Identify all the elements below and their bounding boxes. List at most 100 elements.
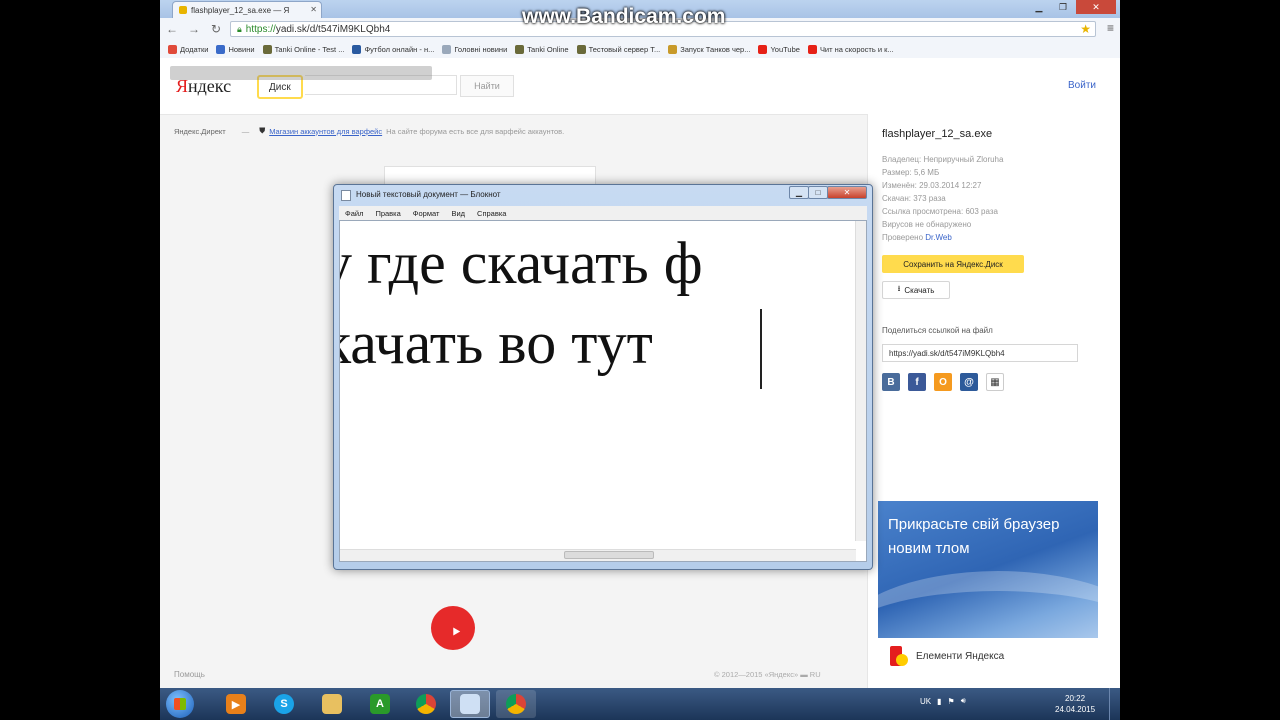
bookmark-star-icon[interactable]: ★ <box>1080 22 1091 36</box>
notepad-line-1: у где скачать ф <box>339 230 703 296</box>
bookmark-item[interactable]: Tanki Online - Test ... <box>262 44 345 54</box>
qr-code-icon[interactable]: ▦ <box>986 373 1004 391</box>
notepad-maximize-icon[interactable]: □ <box>808 186 828 199</box>
reload-icon[interactable]: ↻ <box>208 21 224 37</box>
bookmark-item[interactable]: Новини <box>216 44 255 54</box>
show-desktop-button[interactable] <box>1109 688 1120 720</box>
bookmark-item[interactable]: Головні новини <box>442 44 507 54</box>
back-icon[interactable]: ← <box>164 21 180 37</box>
bookmark-label: Tanki Online - Test ... <box>274 44 345 54</box>
bookmark-label: Тестовый сервер Т... <box>588 44 661 54</box>
banner-text: Прикрасьте свій браузер новим тлом <box>888 516 1060 557</box>
bookmark-item[interactable]: Тестовый сервер Т... <box>576 44 661 54</box>
taskbar-chrome-1[interactable] <box>406 690 446 718</box>
share-url-input[interactable]: https://yadi.sk/d/t547iM9KLQbh4 <box>882 344 1078 362</box>
horizontal-scroll-thumb[interactable] <box>564 551 654 559</box>
forward-icon[interactable]: → <box>186 21 202 37</box>
flag-icon[interactable]: ⚑ <box>948 697 955 706</box>
menu-view[interactable]: Вид <box>451 209 465 218</box>
file-owner: Владелец: Неприручный Zloruha <box>882 155 1004 164</box>
taskbar-media-player[interactable]: ▶ <box>216 690 256 718</box>
windows-logo-icon <box>174 698 186 710</box>
start-button[interactable] <box>166 690 194 718</box>
vk-icon[interactable]: В <box>882 373 900 391</box>
file-name: flashplayer_12_sa.exe <box>882 128 993 140</box>
folder-icon <box>322 694 342 714</box>
bookmark-item[interactable]: Футбол онлайн - н... <box>352 44 434 54</box>
bookmark-label: Tanki Online <box>527 44 569 54</box>
taskbar-notepad[interactable] <box>450 690 490 718</box>
lock-icon: 🔒︎ <box>237 23 242 34</box>
file-info-sidebar: flashplayer_12_sa.exe Владелец: Неприруч… <box>867 114 1120 688</box>
windows-taskbar: ▶ S A UK ▮ ⚑ 🔊︎ 20:22 24.04.2015 <box>160 688 1120 720</box>
bookmark-item[interactable]: Запуск Танков чер... <box>668 44 750 54</box>
bookmark-item[interactable]: Tanki Online <box>515 44 569 54</box>
promo-banner[interactable]: Прикрасьте свій браузер новим тлом <box>878 501 1098 638</box>
chrome-menu-icon[interactable]: ≡ <box>1107 21 1114 35</box>
notepad-menu-bar: Файл Правка Формат Вид Справка <box>339 206 867 220</box>
bookmark-favicon-icon <box>216 44 226 54</box>
bookmark-item[interactable]: Чит на скорость и к... <box>807 44 894 54</box>
find-button[interactable]: Найти <box>460 75 514 97</box>
banner-wave <box>878 571 1098 638</box>
odnoklassniki-icon[interactable]: О <box>934 373 952 391</box>
url-scheme: https:// <box>245 23 276 35</box>
notepad-text-area[interactable]: у где скачать ф качать во тут <box>339 220 867 562</box>
ad-link[interactable]: Магазин аккаунтов для варфейс <box>269 127 382 136</box>
taskbar-icq[interactable]: A <box>360 690 400 718</box>
menu-help[interactable]: Справка <box>477 209 506 218</box>
ad-text: На сайте форума есть все для варфейс акк… <box>386 126 565 136</box>
bookmark-item[interactable]: YouTube <box>758 44 800 54</box>
close-window-icon[interactable]: ✕ <box>1076 0 1116 14</box>
save-to-disk-button[interactable]: Сохранить на Яндекс.Диск <box>882 255 1024 273</box>
green-a-icon: A <box>370 694 390 714</box>
chrome-icon <box>506 694 526 714</box>
bookmark-favicon-icon <box>262 44 272 54</box>
notepad-window[interactable]: Новый текстовый документ — Блокнот ▁ □ ✕… <box>333 184 873 570</box>
yandex-direct-ad: Яндекс.Директ — ⛊ Магазин аккаунтов для … <box>174 126 564 136</box>
vertical-scrollbar[interactable] <box>855 221 866 541</box>
language-indicator[interactable]: UK <box>920 697 931 706</box>
url-text: yadi.sk/d/t547iM9KLQbh4 <box>275 23 391 35</box>
network-icon[interactable]: ▮ <box>937 697 941 706</box>
facebook-icon[interactable]: f <box>908 373 926 391</box>
banner-footer[interactable]: Елементи Яндекса <box>878 638 1098 674</box>
menu-edit[interactable]: Правка <box>375 209 400 218</box>
file-size: Размер: 5,6 МБ <box>882 168 940 177</box>
maximize-icon[interactable]: ❐ <box>1052 0 1074 14</box>
direct-label[interactable]: Яндекс.Директ <box>174 127 226 136</box>
bookmark-label: Новини <box>228 44 255 54</box>
taskbar-explorer[interactable] <box>312 690 352 718</box>
bookmarks-bar: Додатки Новини Tanki Online - Test ... Футб… <box>160 40 1120 59</box>
browser-tab[interactable]: flashplayer_12_sa.exe — Я ✕ <box>172 1 322 18</box>
volume-icon[interactable]: 🔊︎ <box>961 696 966 706</box>
download-button[interactable]: ⭳ Скачать <box>882 281 950 299</box>
bookmark-favicon-icon <box>668 44 678 54</box>
media-player-icon: ▶ <box>226 694 246 714</box>
text-caret <box>760 309 762 389</box>
minimize-icon[interactable]: ▁ <box>1028 0 1050 14</box>
yandex-disk-favicon-icon <box>179 6 187 14</box>
close-tab-icon[interactable]: ✕ <box>310 5 317 14</box>
bookmark-item[interactable]: Додатки <box>168 44 209 54</box>
notepad-close-icon[interactable]: ✕ <box>827 186 867 199</box>
chrome-icon <box>416 694 436 714</box>
bookmark-favicon-icon <box>442 44 452 54</box>
notepad-title: Новый текстовый документ — Блокнот <box>356 190 501 199</box>
taskbar-skype[interactable]: S <box>264 690 304 718</box>
login-link[interactable]: Войти <box>1068 80 1096 91</box>
help-link[interactable]: Помощь <box>174 670 205 679</box>
horizontal-scrollbar[interactable] <box>340 549 856 561</box>
mailru-icon[interactable]: @ <box>960 373 978 391</box>
system-clock[interactable]: 20:22 24.04.2015 <box>1055 693 1095 715</box>
taskbar-chrome-2[interactable] <box>496 690 536 718</box>
tab-title: flashplayer_12_sa.exe — Я <box>191 5 290 15</box>
notepad-minimize-icon[interactable]: ▁ <box>789 186 809 199</box>
notepad-taskbar-icon <box>460 694 480 714</box>
file-views: Ссылка просмотрена: 603 раза <box>882 207 998 216</box>
bandicam-watermark: www.Bandicam.com <box>522 5 726 28</box>
bookmark-label: Чит на скорость и к... <box>819 44 894 54</box>
menu-format[interactable]: Формат <box>413 209 440 218</box>
bookmark-label: Додатки <box>180 44 209 54</box>
menu-file[interactable]: Файл <box>345 209 363 218</box>
